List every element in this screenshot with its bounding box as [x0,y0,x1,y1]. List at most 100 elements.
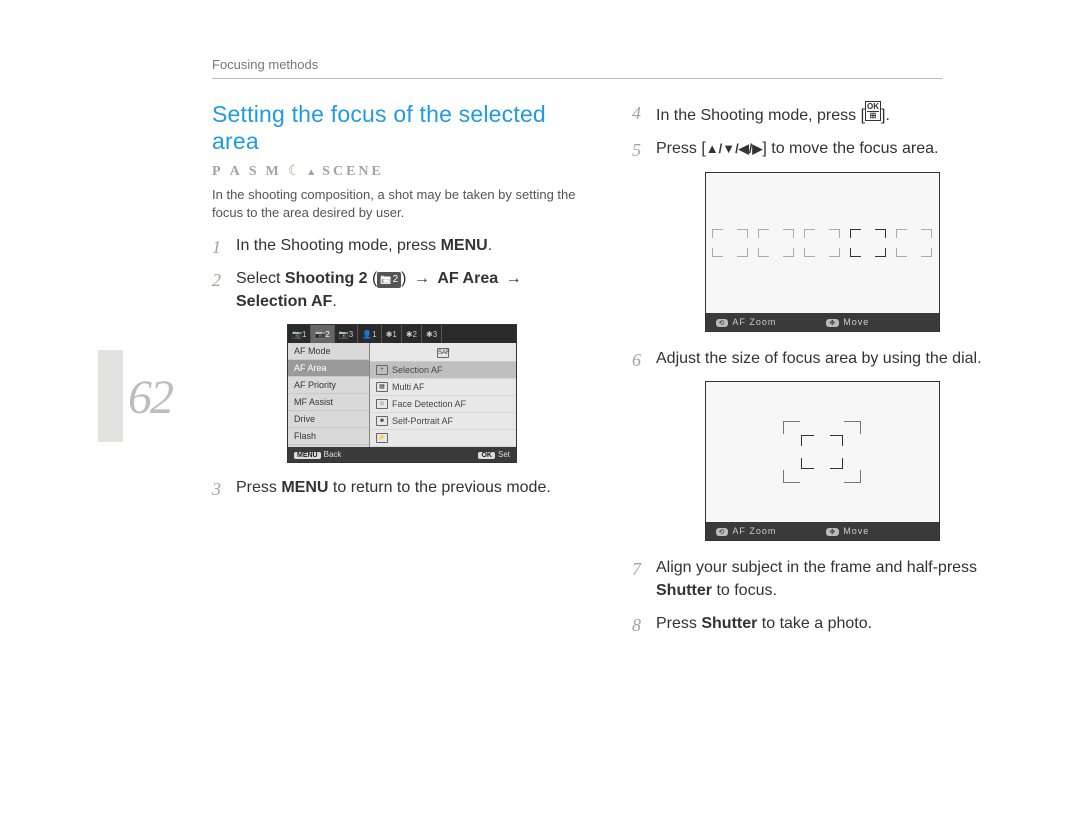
step-3: 3 Press MENU to return to the previous m… [212,477,592,499]
column-right: 4 In the Shooting mode, press [OK]. 5 Pr… [632,101,1012,646]
menu-tab: ✱1 [382,325,402,343]
camera-tab-icon: 2 [377,272,401,288]
step-number: 7 [632,557,641,582]
selection-af-icon: + [376,365,388,375]
step-5: 5 Press [] to move the focus area. [632,138,1012,160]
dpad-icon: ✥ [826,528,839,536]
menu-right-list: SAF +Selection AF ▦Multi AF ☺Face Detect… [370,343,516,447]
step-4: 4 In the Shooting mode, press [OK]. [632,101,1012,127]
step-1: 1 In the Shooting mode, press MENU. [212,235,592,257]
shutter-key: Shutter [701,615,757,632]
dpad-icon: ✥ [826,319,839,327]
step-text-end: ] to move the focus area. [762,140,938,157]
menu-tab: ✱3 [422,325,442,343]
menu-tab-active: 📷2 [311,325,334,343]
menu-item-selected: AF Area [288,360,369,377]
menu-key: MENU [281,479,328,496]
dial-icon: ⟲ [716,528,729,536]
move-label: ✥Move [826,317,869,327]
preview-multi-af: ⟲AF Zoom ✥Move [705,172,940,332]
step-number: 8 [632,613,641,638]
step-text: Press [656,615,701,632]
arrow-icon: → [414,268,430,290]
step-text: Press [236,479,281,496]
preview-viewport [706,173,939,313]
mode-s: S [249,164,260,180]
saf-icon: SAF [437,348,449,358]
mode-p: P [212,164,224,180]
flash-icon: ⚡ [376,433,388,443]
self-portrait-icon: ☻ [376,416,388,426]
menu-tab-bar: 📷1 📷2 📷3 👤1 ✱1 ✱2 ✱3 [288,325,516,343]
menu-tab: 📷1 [288,325,311,343]
header-section: Focusing methods [212,57,318,72]
menu-item: MF Assist [288,394,369,411]
step-number: 1 [212,235,221,260]
mode-indicator: P A S M SCENE [212,163,592,180]
af-multi-boxes [706,173,939,313]
step-text: Align your subject in the frame and half… [656,559,977,576]
af-inner-brackets [801,435,843,469]
steps-left-continued: 3 Press MENU to return to the previous m… [212,477,592,499]
step-text: Adjust the size of focus area by using t… [656,350,982,367]
move-label: ✥Move [826,526,869,536]
step-6: 6 Adjust the size of focus area by using… [632,348,1012,370]
arrow-icon: → [506,268,522,290]
dial-icon: ⟲ [716,319,729,327]
af-box [896,229,932,257]
ok-button-icon: OK [478,452,495,459]
shutter-key: Shutter [656,582,712,599]
step-2: 2 Select Shooting 2 (2) → AF Area → Sele… [212,268,592,313]
ok-key-icon: OK [865,101,881,121]
preview-footer: ⟲AF Zoom ✥Move [706,313,939,331]
af-box-active [850,229,886,257]
manual-page: Focusing methods 62 Setting the focus of… [0,0,1080,815]
menu-right-header: SAF [370,343,516,362]
af-box [712,229,748,257]
shooting2-label: Shooting 2 [285,270,368,287]
step-number: 2 [212,268,221,293]
menu-set: OKSet [478,450,510,459]
steps-right-3: 7 Align your subject in the frame and ha… [632,557,1012,635]
af-box [804,229,840,257]
intro-text: In the shooting composition, a shot may … [212,186,592,221]
selection-af-label: Selection AF [236,293,332,310]
mode-m: M [265,164,281,180]
step-text: Press [ [656,140,706,157]
menu-tab: ✱2 [402,325,422,343]
face-detect-icon: ☺ [376,399,388,409]
preview-single-af: ⟲AF Zoom ✥Move [705,381,940,541]
menu-option-empty: ⚡ [370,430,516,447]
mode-night-icon [288,163,301,180]
menu-key: MENU [441,237,488,254]
menu-item: Drive [288,411,369,428]
menu-left-list: AF Mode AF Area AF Priority MF Assist Dr… [288,343,370,447]
multi-af-icon: ▦ [376,382,388,392]
mode-scene: SCENE [322,164,384,180]
steps-right: 4 In the Shooting mode, press [OK]. 5 Pr… [632,101,1012,161]
step-text: In the Shooting mode, press [ [656,107,865,124]
step-number: 6 [632,348,641,373]
step-text-end: to return to the previous mode. [328,479,550,496]
preview-footer: ⟲AF Zoom ✥Move [706,522,939,540]
column-left: Setting the focus of the selected area P… [212,101,592,646]
step-text-end: . [332,293,336,310]
menu-tab: 👤1 [358,325,381,343]
page-number: 62 [128,370,172,425]
mode-a: A [230,164,243,180]
menu-option: ☺Face Detection AF [370,396,516,413]
step-8: 8 Press Shutter to take a photo. [632,613,1012,635]
menu-option: ☻Self-Portrait AF [370,413,516,430]
menu-tab: 📷3 [335,325,358,343]
mode-landscape-icon [306,164,316,180]
step-text-end: ]. [881,107,890,124]
af-single-wrap [783,421,861,483]
menu-option-selected: +Selection AF [370,362,516,379]
menu-button-icon: MENU [294,452,321,459]
menu-footer: MENUBack OKSet [288,447,516,462]
preview-viewport [706,382,939,522]
menu-option: ▦Multi AF [370,379,516,396]
step-text-end: to take a photo. [757,615,872,632]
af-box [758,229,794,257]
dpad-keys-icon [706,140,763,157]
